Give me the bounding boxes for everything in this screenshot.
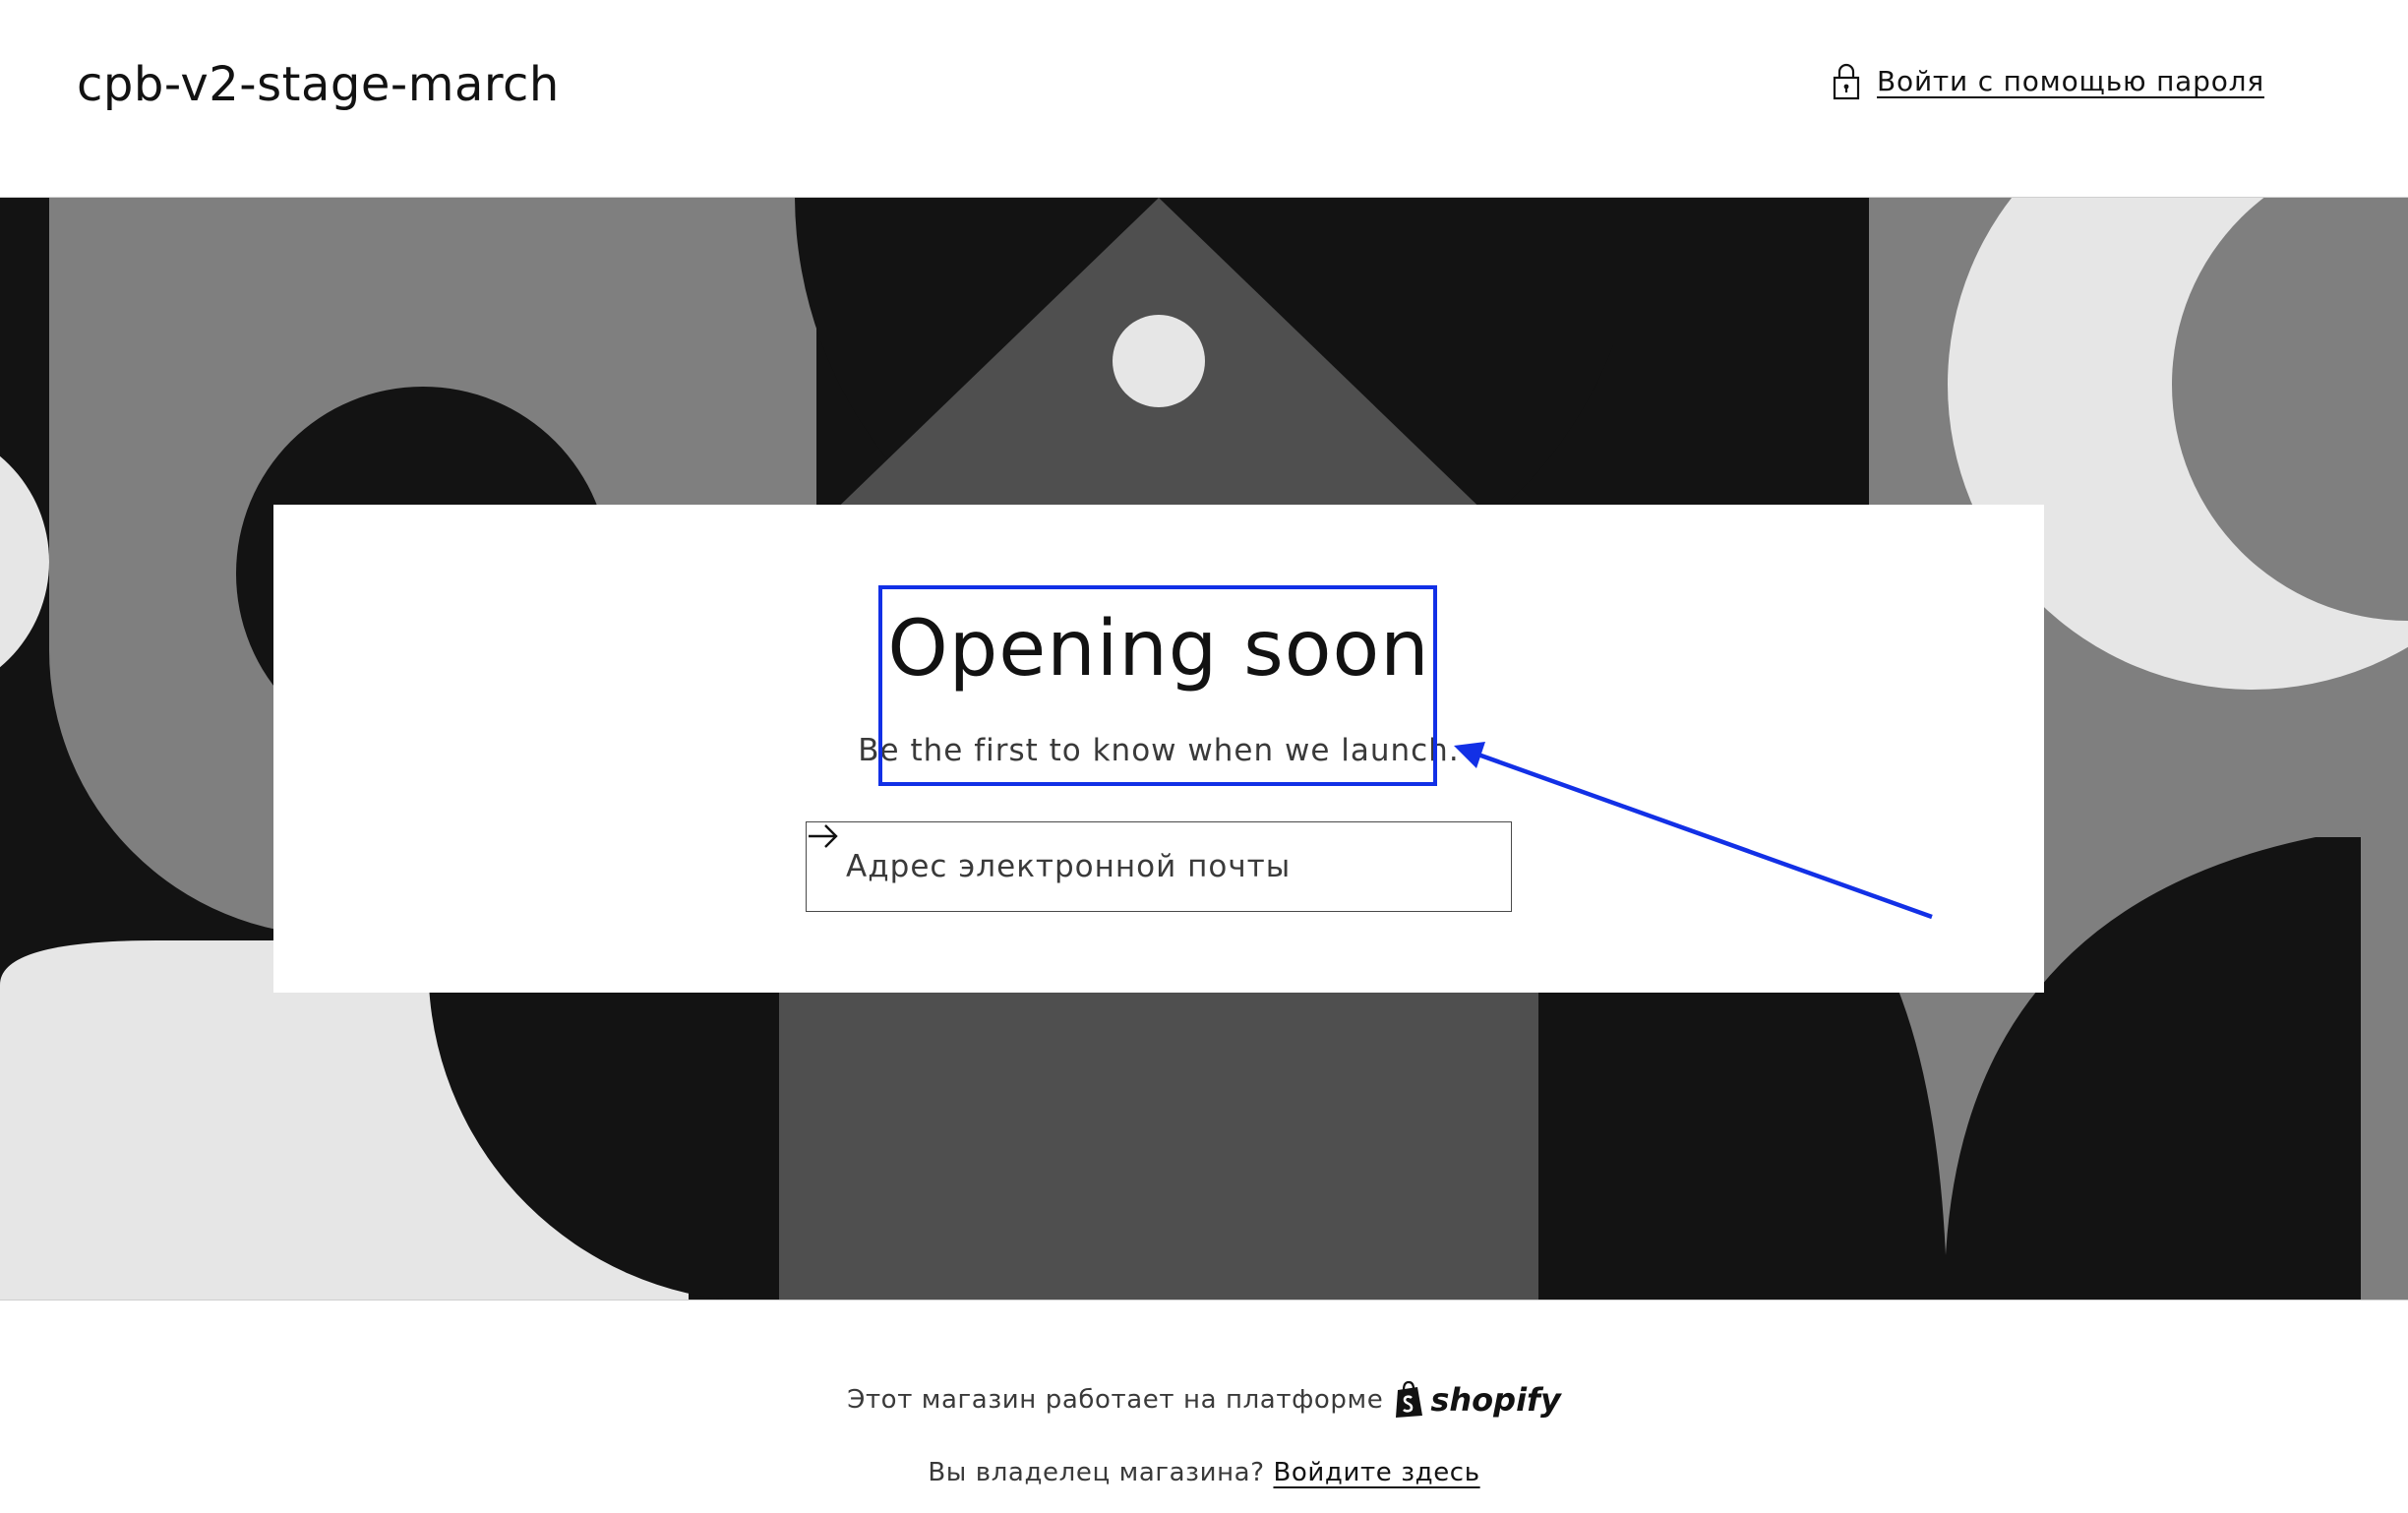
password-login-label[interactable]: Войти с помощью пароля — [1877, 65, 2264, 97]
powered-by-text: Этот магазин работает на платформе — [847, 1385, 1384, 1415]
owner-prompt: Вы владелец магазина? Войдите здесь — [0, 1458, 2408, 1487]
powered-by: Этот магазин работает на платформе shopi… — [0, 1381, 2408, 1419]
shopify-bag-icon — [1396, 1381, 1423, 1418]
password-page: cpb-v2-stage-march Войти с помощью парол… — [0, 0, 2408, 1513]
header: cpb-v2-stage-march Войти с помощью парол… — [0, 0, 2408, 197]
store-name[interactable]: cpb-v2-stage-march — [77, 51, 560, 118]
shopify-logo[interactable]: shopify — [1393, 1381, 1561, 1419]
arrow-right-icon[interactable] — [807, 822, 840, 850]
hero-banner: Opening soon Be the first to know when w… — [0, 197, 2408, 1301]
owner-question: Вы владелец магазина? — [928, 1458, 1265, 1487]
footer: Этот магазин работает на платформе shopi… — [0, 1301, 2408, 1513]
shopify-wordmark: shopify — [1430, 1381, 1561, 1419]
email-field[interactable]: Адрес электронной почты — [806, 821, 1512, 912]
lock-icon — [1833, 63, 1860, 100]
signup-card: Opening soon Be the first to know when w… — [273, 505, 2044, 993]
owner-login-link[interactable]: Войдите здесь — [1273, 1458, 1479, 1487]
email-placeholder: Адрес электронной почты — [846, 849, 1292, 884]
password-login-link[interactable]: Войти с помощью пароля — [1832, 61, 2264, 100]
annotation-highlight-box — [878, 585, 1437, 786]
